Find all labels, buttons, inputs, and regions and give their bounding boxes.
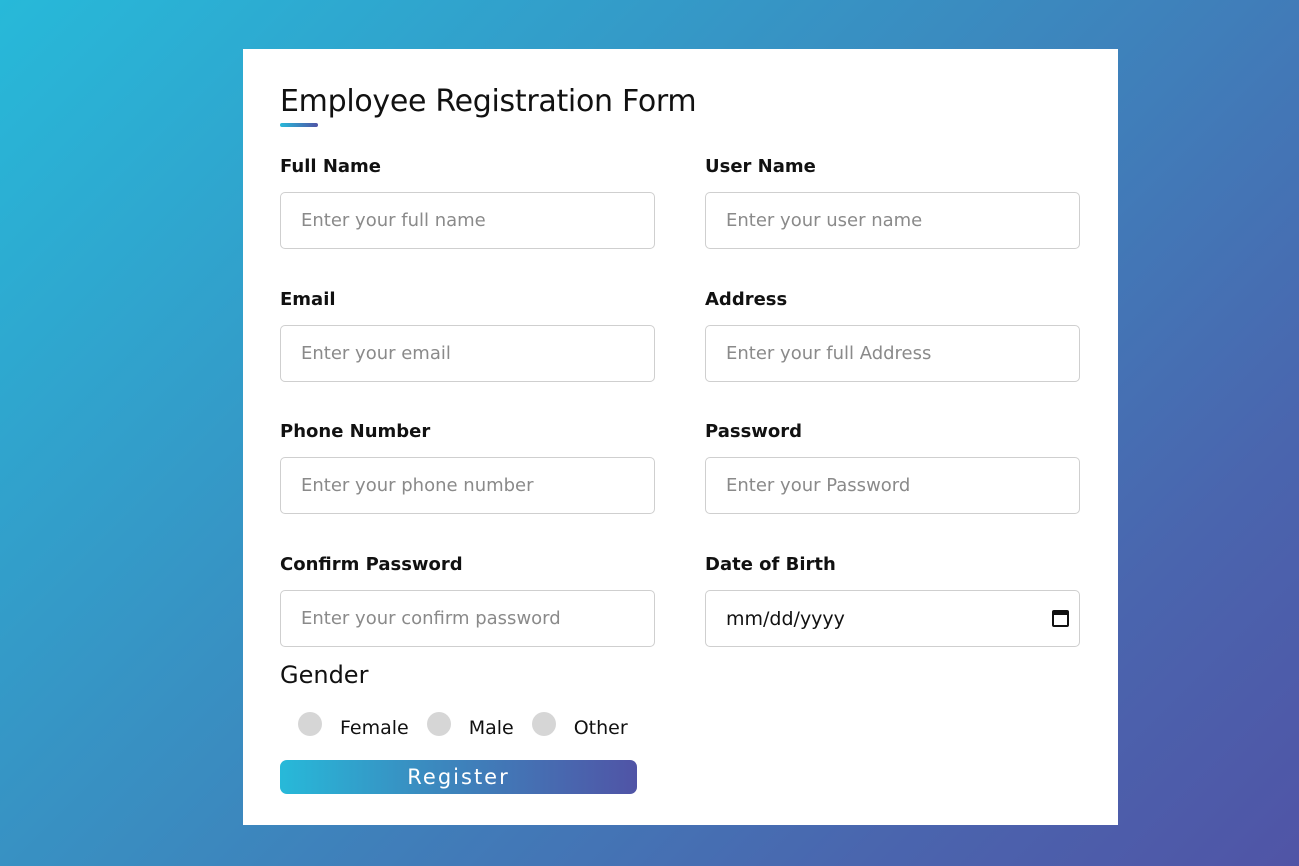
gender-title: Gender (280, 661, 369, 689)
address-field: Address (705, 288, 1080, 382)
gender-option-other[interactable]: Other (531, 712, 646, 739)
radio-label-other[interactable]: Other (574, 717, 628, 739)
gender-radio-group: Female Male Other (298, 712, 646, 743)
form-title: Employee Registration Form (280, 84, 697, 119)
user-name-label: User Name (705, 156, 816, 177)
password-label: Password (705, 421, 803, 442)
dob-input[interactable]: mm/dd/yyyy (705, 590, 1080, 647)
register-button[interactable]: Register (280, 760, 637, 794)
email-label: Email (280, 289, 336, 310)
phone-input[interactable] (280, 457, 655, 514)
registration-card: Employee Registration Form Full Name Use… (243, 49, 1118, 825)
radio-label-male[interactable]: Male (469, 717, 514, 739)
radio-dot[interactable] (531, 712, 556, 736)
confirm-password-field: Confirm Password (280, 553, 655, 647)
address-label: Address (705, 289, 788, 310)
radio-dot[interactable] (298, 712, 322, 736)
dob-value: mm/dd/yyyy (726, 607, 845, 630)
radio-label-female[interactable]: Female (340, 717, 409, 739)
phone-label: Phone Number (280, 421, 431, 442)
password-field: Password (705, 420, 1080, 514)
dob-field: Date of Birth mm/dd/yyyy (705, 553, 1080, 647)
calendar-icon[interactable] (1052, 610, 1069, 627)
email-input[interactable] (280, 325, 655, 382)
address-input[interactable] (705, 325, 1080, 382)
password-input[interactable] (705, 457, 1080, 514)
email-field: Email (280, 288, 655, 382)
gender-option-female[interactable]: Female (298, 712, 427, 739)
full-name-field: Full Name (280, 155, 655, 249)
full-name-label: Full Name (280, 156, 381, 177)
user-name-field: User Name (705, 155, 1080, 249)
confirm-password-input[interactable] (280, 590, 655, 647)
confirm-password-label: Confirm Password (280, 554, 463, 575)
phone-field: Phone Number (280, 420, 655, 514)
title-underline (280, 123, 318, 127)
gender-option-male[interactable]: Male (426, 712, 532, 739)
user-name-input[interactable] (705, 192, 1080, 249)
radio-dot[interactable] (426, 712, 451, 736)
full-name-input[interactable] (280, 192, 655, 249)
dob-label: Date of Birth (705, 554, 836, 575)
